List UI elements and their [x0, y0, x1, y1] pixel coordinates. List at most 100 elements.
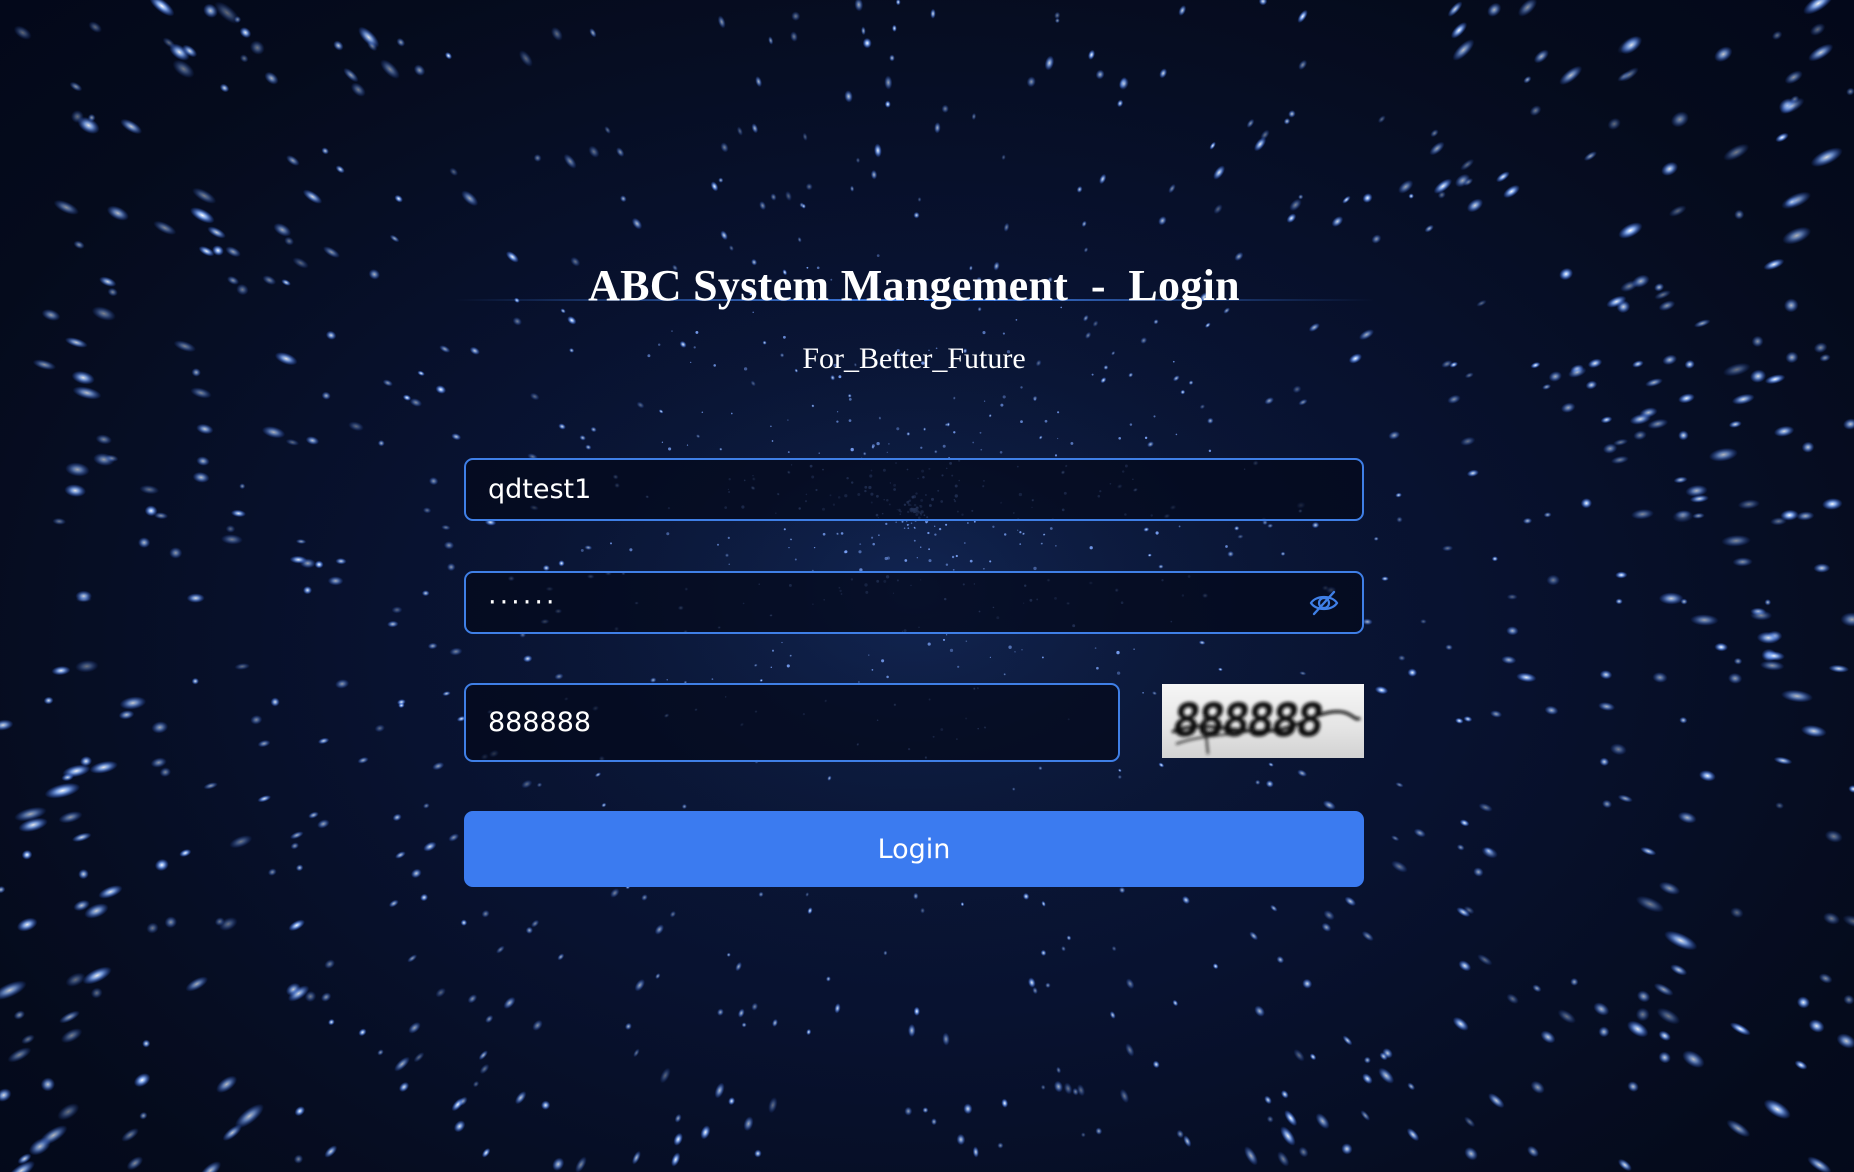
star-dot: [1782, 226, 1812, 245]
star-dot: [1763, 1099, 1791, 1120]
star-dot: [138, 537, 151, 549]
login-page: ABC System Mangement - Login For_Better_…: [0, 0, 1854, 1172]
star-dot: [273, 223, 292, 237]
star-dot: [190, 387, 212, 399]
star-dot: [41, 309, 61, 321]
star-dot: [963, 1103, 973, 1115]
star-dot: [1056, 1066, 1062, 1074]
star-dot: [1721, 534, 1751, 547]
star-dot: [1109, 1011, 1116, 1019]
star-dot: [1722, 362, 1751, 377]
star-dot: [1063, 1082, 1073, 1095]
star-dot: [1580, 498, 1593, 509]
star-dot: [1560, 402, 1576, 413]
star-dot: [126, 1156, 144, 1171]
star-dot: [1001, 154, 1006, 161]
star-dot: [321, 391, 331, 400]
captcha-image[interactable]: 888888: [1162, 684, 1364, 758]
star-dot: [173, 340, 197, 353]
star-dot: [720, 142, 729, 153]
star-dot: [751, 1002, 759, 1011]
star-dot: [741, 1022, 747, 1028]
star-dot: [1119, 1088, 1130, 1104]
star-dot: [335, 557, 347, 565]
star-dot: [328, 1018, 335, 1026]
star-dot: [368, 269, 380, 280]
star-dot: [1488, 1093, 1505, 1109]
star-dot: [348, 421, 364, 432]
star-dot: [1450, 22, 1468, 39]
star-dot: [52, 517, 67, 525]
star-dot: [71, 832, 92, 843]
star-dot: [1734, 209, 1745, 220]
login-button[interactable]: Login: [464, 811, 1364, 887]
star-dot: [1635, 895, 1665, 913]
password-input[interactable]: [488, 573, 1304, 632]
star-dot: [1652, 672, 1668, 683]
star-dot: [377, 1049, 384, 1056]
star-dot: [388, 899, 399, 908]
star-dot: [1607, 117, 1621, 130]
star-dot: [1677, 811, 1697, 824]
star-dot: [743, 1116, 754, 1132]
star-dot: [107, 287, 118, 297]
star-dot: [1583, 151, 1597, 162]
star-dot: [422, 802, 430, 809]
star-dot: [146, 922, 159, 934]
star-dot: [257, 795, 272, 803]
star-dot: [1658, 592, 1684, 605]
star-dot: [1618, 222, 1643, 239]
star-dot: [770, 193, 777, 201]
star-dot: [377, 439, 385, 447]
star-dot: [854, 0, 864, 12]
star-dot: [1517, 0, 1538, 17]
star-dot: [234, 663, 250, 670]
captcha-input[interactable]: [488, 685, 1060, 760]
star-dot: [239, 27, 252, 39]
star-dot: [191, 368, 201, 377]
star-dot: [1615, 598, 1623, 605]
star-dot: [294, 1106, 306, 1117]
star-dot: [1670, 111, 1689, 128]
star-dot: [1213, 204, 1223, 215]
star-dot: [281, 279, 291, 286]
star-dot: [142, 1039, 151, 1048]
star-dot: [407, 954, 418, 963]
star-dot: [239, 483, 246, 490]
star-dot: [1544, 705, 1559, 715]
star-dot: [1848, 785, 1854, 793]
star-dot: [481, 909, 490, 918]
star-dot: [357, 756, 369, 764]
star-dot: [1559, 65, 1583, 86]
star-dot: [264, 71, 279, 85]
star-dot: [1503, 184, 1520, 199]
star-dot: [1280, 1126, 1296, 1146]
star-dot: [1280, 1090, 1289, 1099]
star-dot: [1125, 1043, 1135, 1057]
star-dot: [1395, 782, 1404, 788]
star-dot: [58, 811, 83, 824]
star-dot: [1040, 1084, 1046, 1091]
star-dot: [1464, 1116, 1476, 1128]
star-dot: [1813, 342, 1828, 354]
star-dot: [934, 122, 941, 134]
username-input[interactable]: [488, 460, 1304, 519]
star-dot: [1727, 672, 1743, 684]
star-dot: [1708, 447, 1738, 462]
star-dot: [1249, 931, 1259, 941]
star-dot: [1076, 185, 1083, 193]
star-dot: [1464, 372, 1474, 379]
star-dot: [917, 196, 922, 203]
star-dot: [118, 710, 135, 720]
star-dot: [1610, 743, 1627, 756]
star-dot: [0, 885, 6, 894]
star-dot: [423, 841, 437, 852]
star-dot: [1447, 394, 1461, 404]
star-dot: [1266, 1115, 1274, 1123]
star-dot: [1362, 193, 1373, 203]
star-dot: [631, 217, 643, 230]
star-dot: [1523, 75, 1532, 84]
star-dot: [1529, 105, 1542, 116]
star-dot: [60, 1028, 83, 1044]
eye-off-icon[interactable]: [1308, 587, 1340, 619]
